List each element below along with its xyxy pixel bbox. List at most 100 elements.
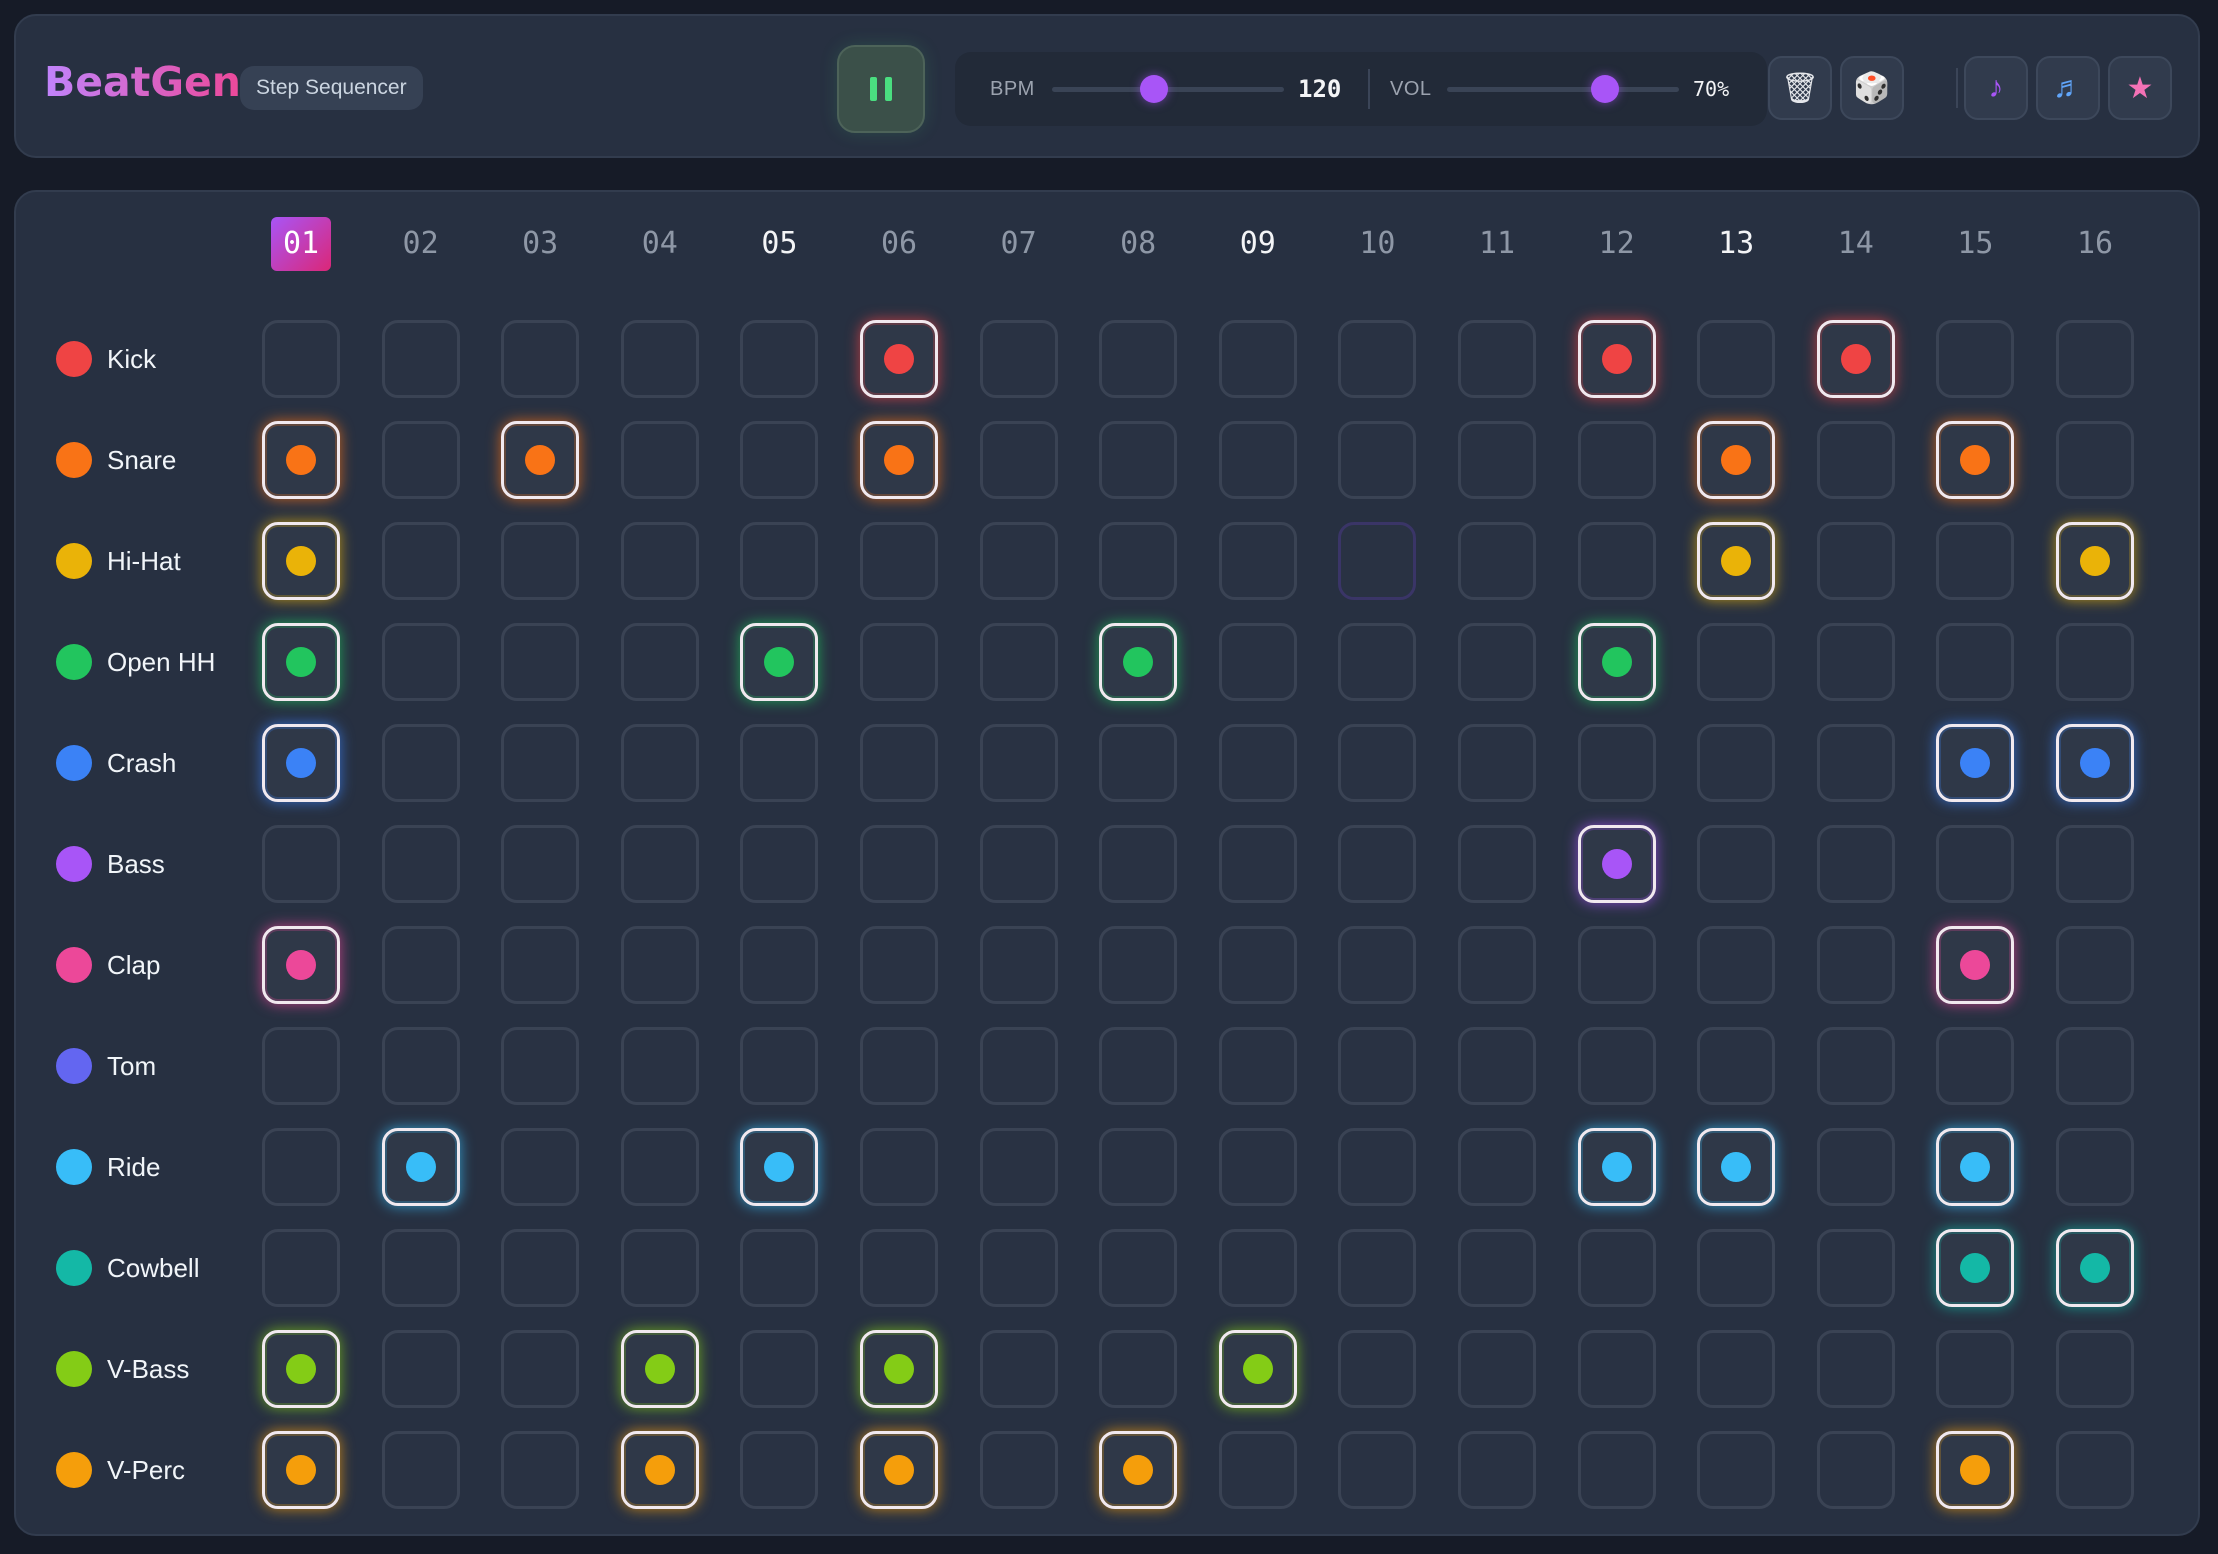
step-cell[interactable] bbox=[501, 623, 580, 701]
step-cell[interactable] bbox=[620, 926, 699, 1004]
step-cell[interactable] bbox=[1816, 1431, 1895, 1509]
step-cell[interactable] bbox=[1338, 1431, 1417, 1509]
step-cell[interactable] bbox=[381, 522, 460, 600]
step-cell[interactable] bbox=[1697, 825, 1776, 903]
step-cell[interactable] bbox=[1218, 724, 1297, 802]
step-cell[interactable] bbox=[262, 1027, 340, 1105]
step-cell[interactable] bbox=[1936, 1027, 2015, 1105]
step-cell[interactable] bbox=[1697, 320, 1776, 398]
step-cell[interactable] bbox=[501, 421, 580, 499]
step-cell[interactable] bbox=[1697, 421, 1776, 499]
step-cell[interactable] bbox=[1577, 1229, 1656, 1307]
star-button[interactable]: ★ bbox=[2108, 56, 2172, 120]
step-cell[interactable] bbox=[1338, 1229, 1417, 1307]
step-cell[interactable] bbox=[1577, 1330, 1656, 1408]
step-cell[interactable] bbox=[1697, 1431, 1776, 1509]
step-cell[interactable] bbox=[1218, 926, 1297, 1004]
step-cell[interactable] bbox=[1218, 1027, 1297, 1105]
step-cell[interactable] bbox=[620, 320, 699, 398]
step-cell[interactable] bbox=[1458, 1128, 1536, 1206]
step-cell[interactable] bbox=[1338, 825, 1417, 903]
step-cell[interactable] bbox=[740, 1128, 819, 1206]
step-cell[interactable] bbox=[860, 926, 938, 1004]
step-cell[interactable] bbox=[1338, 926, 1417, 1004]
step-cell[interactable] bbox=[2056, 825, 2134, 903]
step-cell[interactable] bbox=[2056, 623, 2134, 701]
step-cell[interactable] bbox=[501, 724, 580, 802]
step-cell[interactable] bbox=[1577, 1027, 1656, 1105]
step-cell[interactable] bbox=[1577, 1128, 1656, 1206]
step-cell[interactable] bbox=[1936, 926, 2015, 1004]
step-cell[interactable] bbox=[381, 1330, 460, 1408]
step-cell[interactable] bbox=[1218, 1330, 1297, 1408]
step-cell[interactable] bbox=[1338, 320, 1417, 398]
step-cell[interactable] bbox=[1458, 1431, 1536, 1509]
step-cell[interactable] bbox=[860, 522, 938, 600]
step-cell[interactable] bbox=[620, 1128, 699, 1206]
volume-slider[interactable] bbox=[1447, 75, 1679, 103]
step-cell[interactable] bbox=[860, 825, 938, 903]
step-cell[interactable] bbox=[620, 1431, 699, 1509]
step-cell[interactable] bbox=[2056, 724, 2134, 802]
step-cell[interactable] bbox=[1218, 1229, 1297, 1307]
step-cell[interactable] bbox=[1458, 623, 1536, 701]
step-cell[interactable] bbox=[1338, 1330, 1417, 1408]
step-cell[interactable] bbox=[979, 1330, 1058, 1408]
step-cell[interactable] bbox=[1816, 522, 1895, 600]
step-cell[interactable] bbox=[1936, 1431, 2015, 1509]
notes-button[interactable]: ♬ bbox=[2036, 56, 2100, 120]
step-cell[interactable] bbox=[262, 724, 340, 802]
step-cell[interactable] bbox=[1218, 421, 1297, 499]
step-cell[interactable] bbox=[262, 1128, 340, 1206]
step-cell[interactable] bbox=[979, 926, 1058, 1004]
step-cell[interactable] bbox=[1697, 1229, 1776, 1307]
step-cell[interactable] bbox=[381, 724, 460, 802]
step-cell[interactable] bbox=[2056, 1330, 2134, 1408]
step-cell[interactable] bbox=[860, 1128, 938, 1206]
step-cell[interactable] bbox=[1816, 1128, 1895, 1206]
step-cell[interactable] bbox=[1816, 724, 1895, 802]
step-cell[interactable] bbox=[381, 320, 460, 398]
step-cell[interactable] bbox=[979, 522, 1058, 600]
step-cell[interactable] bbox=[381, 1431, 460, 1509]
step-cell[interactable] bbox=[1458, 1229, 1536, 1307]
step-cell[interactable] bbox=[501, 926, 580, 1004]
step-cell[interactable] bbox=[2056, 1027, 2134, 1105]
step-cell[interactable] bbox=[1936, 1229, 2015, 1307]
step-cell[interactable] bbox=[1338, 522, 1417, 600]
step-cell[interactable] bbox=[740, 1229, 819, 1307]
step-cell[interactable] bbox=[620, 1229, 699, 1307]
step-cell[interactable] bbox=[979, 825, 1058, 903]
step-cell[interactable] bbox=[1338, 724, 1417, 802]
step-cell[interactable] bbox=[2056, 926, 2134, 1004]
step-cell[interactable] bbox=[262, 320, 340, 398]
step-cell[interactable] bbox=[860, 1229, 938, 1307]
note-button[interactable]: ♪ bbox=[1964, 56, 2028, 120]
step-cell[interactable] bbox=[1099, 1027, 1178, 1105]
step-cell[interactable] bbox=[740, 926, 819, 1004]
step-cell[interactable] bbox=[1099, 724, 1178, 802]
step-cell[interactable] bbox=[1458, 926, 1536, 1004]
step-cell[interactable] bbox=[1936, 623, 2015, 701]
step-cell[interactable] bbox=[1697, 522, 1776, 600]
step-cell[interactable] bbox=[2056, 1128, 2134, 1206]
step-cell[interactable] bbox=[381, 926, 460, 1004]
step-cell[interactable] bbox=[1816, 1330, 1895, 1408]
step-cell[interactable] bbox=[620, 1330, 699, 1408]
step-cell[interactable] bbox=[1458, 825, 1536, 903]
step-cell[interactable] bbox=[381, 1128, 460, 1206]
step-cell[interactable] bbox=[501, 1330, 580, 1408]
step-cell[interactable] bbox=[979, 1431, 1058, 1509]
step-cell[interactable] bbox=[1338, 421, 1417, 499]
step-cell[interactable] bbox=[501, 320, 580, 398]
step-cell[interactable] bbox=[501, 1128, 580, 1206]
step-cell[interactable] bbox=[979, 421, 1058, 499]
step-cell[interactable] bbox=[1338, 1027, 1417, 1105]
bpm-slider-thumb[interactable] bbox=[1140, 75, 1169, 103]
step-cell[interactable] bbox=[1218, 623, 1297, 701]
step-cell[interactable] bbox=[1816, 1229, 1895, 1307]
step-cell[interactable] bbox=[979, 320, 1058, 398]
step-cell[interactable] bbox=[381, 1027, 460, 1105]
step-cell[interactable] bbox=[1697, 724, 1776, 802]
step-cell[interactable] bbox=[262, 421, 340, 499]
